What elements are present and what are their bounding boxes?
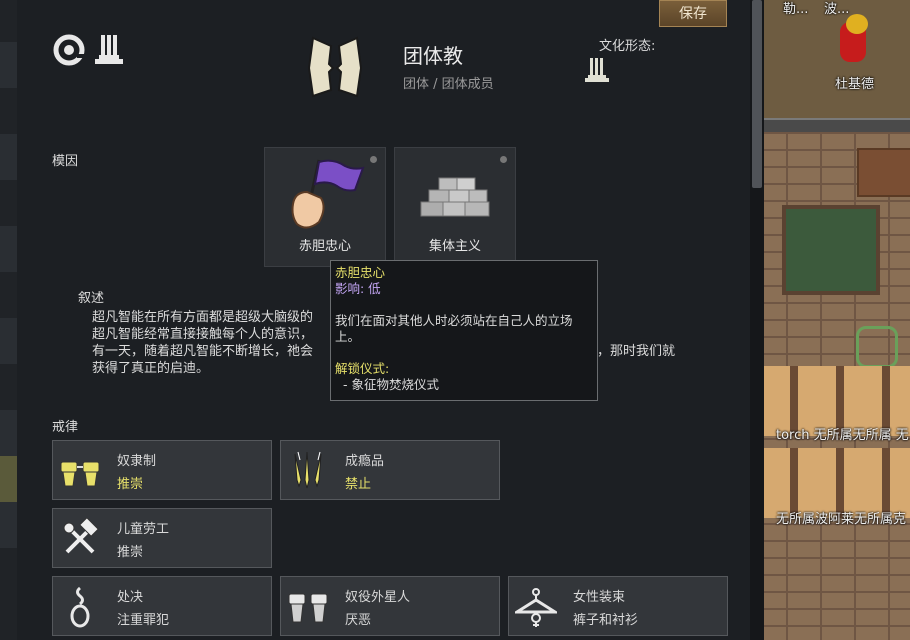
left-strip-tab[interactable] — [0, 318, 17, 364]
precept-name: 奴役外星人 — [345, 590, 411, 605]
scrollbar-thumb[interactable] — [752, 0, 762, 188]
precept-name: 女性装束 — [573, 590, 626, 605]
ideoligion-style-icon[interactable] — [53, 34, 89, 70]
precept-drugs[interactable]: 成瘾品 禁止 — [280, 440, 500, 500]
left-strip-tab[interactable] — [0, 502, 17, 548]
pawn-label-1[interactable]: 勒... — [783, 0, 808, 17]
map-target-marker[interactable] — [856, 326, 898, 368]
left-strip-tab[interactable] — [0, 226, 17, 272]
tooltip-impact: 影响: 低 — [335, 281, 381, 296]
pawn-name-label[interactable]: 杜基德 — [835, 73, 874, 92]
precepts-label: 戒律 — [52, 420, 79, 435]
memes-label: 模因 — [52, 154, 79, 169]
left-strip-tab[interactable] — [0, 134, 17, 180]
hanger-icon — [515, 588, 557, 627]
tooltip-title: 赤胆忠心 — [335, 265, 386, 280]
precept-value: 禁止 — [345, 477, 372, 492]
bricks-icon — [420, 177, 490, 217]
map-ground — [752, 0, 910, 118]
precept-execution[interactable]: 处决 注重罪犯 — [52, 576, 272, 636]
precept-value: 推崇 — [117, 477, 144, 492]
flag-fist-icon — [291, 159, 365, 229]
tooltip-unlock-item: - 象征物焚烧仪式 — [343, 377, 439, 392]
meme-label: 集体主义 — [428, 239, 481, 254]
shelf-label-1[interactable]: torch 无所属无所属 无 — [776, 424, 909, 443]
precept-alien-slavery[interactable]: 奴役外星人 厌恶 — [280, 576, 500, 636]
meme-tooltip: 赤胆忠心 影响: 低 我们在面对其他人时必须站在自己人的立场上。 解锁仪式: -… — [330, 260, 598, 401]
precept-name: 奴隶制 — [117, 454, 157, 469]
narrative-line-3-tail: ，那时我们就 — [597, 344, 676, 359]
left-panel-strip — [0, 0, 17, 640]
meme-card-collectivism[interactable]: 集体主义 — [394, 147, 516, 267]
game-map-view[interactable]: 勒... 波... 杜基德 torch 无所属无所属 无 无所属波阿莱无所属克 — [752, 0, 910, 640]
precept-value: 厌恶 — [345, 613, 372, 628]
culture-label: 文化形态: — [599, 39, 656, 54]
precept-value: 裤子和衬衫 — [573, 613, 639, 628]
save-button[interactable]: 保存 — [659, 0, 727, 27]
map-chalkboard[interactable] — [782, 205, 880, 295]
ideoligion-subtitle: 团体 / 团体成员 — [403, 77, 494, 92]
meme-indicator-dot — [370, 156, 377, 163]
left-strip-tab-active[interactable] — [0, 456, 17, 502]
hammer-icon — [63, 518, 99, 554]
tooltip-body: 我们在面对其他人时必须站在自己人的立场上。 — [335, 313, 573, 344]
meme-card-loyalty[interactable]: 赤胆忠心 — [264, 147, 386, 267]
noose-icon — [70, 586, 90, 628]
precept-value: 推崇 — [117, 545, 144, 560]
precept-name: 处决 — [117, 590, 144, 605]
shelf-label-2[interactable]: 无所属波阿莱无所属克 — [776, 508, 906, 527]
pillar-icon[interactable] — [91, 32, 127, 68]
precept-value: 注重罪犯 — [117, 613, 170, 628]
alien-shackles-icon — [288, 593, 328, 623]
precept-name: 成瘾品 — [345, 454, 385, 469]
shackles-icon — [60, 461, 100, 487]
pawn-label-2[interactable]: 波... — [824, 0, 849, 17]
syringes-icon — [294, 451, 322, 489]
ideoligion-symbol-icon[interactable] — [305, 34, 365, 100]
precept-child-labor[interactable]: 儿童劳工 推崇 — [52, 508, 272, 568]
precept-slavery[interactable]: 奴隶制 推崇 — [52, 440, 272, 500]
pawn-head[interactable] — [846, 14, 868, 34]
left-strip-tab[interactable] — [0, 42, 17, 88]
precept-female-apparel[interactable]: 女性装束 裤子和衬衫 — [508, 576, 728, 636]
narrative-line-4: 获得了真正的启迪。 — [92, 361, 210, 376]
ideoligion-title: 团体教 — [403, 44, 463, 68]
meme-label: 赤胆忠心 — [298, 239, 351, 254]
meme-indicator-dot — [500, 156, 507, 163]
narrative-label: 叙述 — [78, 291, 105, 306]
culture-pillar-icon[interactable] — [582, 54, 612, 84]
precept-name: 儿童劳工 — [117, 522, 170, 537]
tooltip-unlock-label: 解锁仪式: — [335, 361, 390, 376]
map-sign[interactable] — [857, 148, 910, 197]
left-strip-tab[interactable] — [0, 410, 17, 456]
